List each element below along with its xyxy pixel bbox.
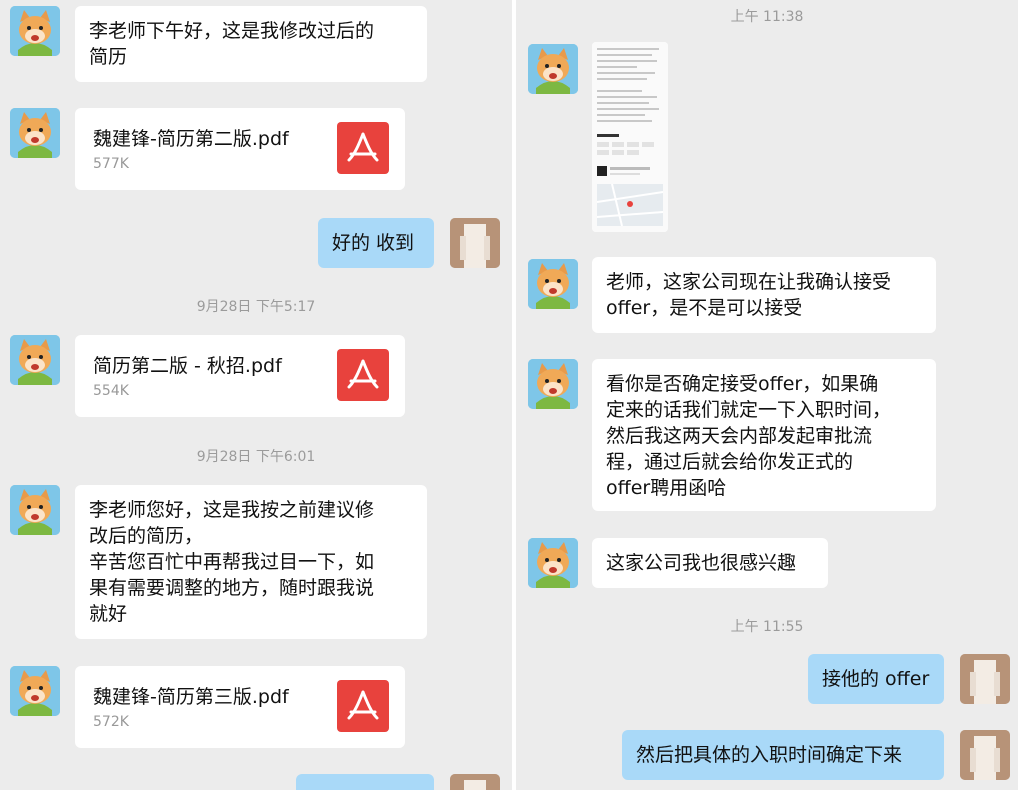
- file-name: 简历第二版 - 秋招.pdf: [93, 355, 282, 377]
- file-name: 魏建锋-简历第三版.pdf: [93, 686, 289, 708]
- message-bubble[interactable]: 老师，这家公司现在让我确认接受 offer，是不是可以接受: [592, 257, 936, 333]
- chat-pane-left: 李老师下午好，这是我修改过后的 简历 魏建锋-简历第二版.pdf 577K 好的…: [0, 0, 512, 790]
- contact-avatar[interactable]: [10, 485, 60, 535]
- contact-avatar[interactable]: [10, 335, 60, 385]
- message-bubble[interactable]: 看你是否确定接受offer，如果确 定来的话我们就定一下入职时间， 然后我这两天…: [592, 359, 936, 511]
- timestamp: 9月28日 下午6:01: [196, 449, 316, 465]
- file-name: 魏建锋-简历第二版.pdf: [93, 128, 289, 150]
- contact-avatar[interactable]: [528, 359, 578, 409]
- message-bubble[interactable]: 这家公司我也很感兴趣: [592, 538, 828, 588]
- pdf-icon: [337, 122, 389, 174]
- timestamp: 上午 11:38: [730, 9, 804, 25]
- contact-avatar[interactable]: [528, 44, 578, 94]
- contact-avatar[interactable]: [10, 666, 60, 716]
- pdf-icon: [337, 349, 389, 401]
- file-size: 577K: [93, 156, 129, 172]
- file-message[interactable]: 魏建锋-简历第二版.pdf 577K: [75, 108, 405, 190]
- message-bubble[interactable]: 李老师您好，这是我按之前建议修 改后的简历， 辛苦您百忙中再帮我过目一下，如 果…: [75, 485, 427, 639]
- self-avatar[interactable]: [960, 730, 1010, 780]
- chat-pane-right: 上午 11:38 老师，这家公司现在让我确认接受 offer，是不是可以接受 看…: [516, 0, 1018, 790]
- file-size: 572K: [93, 714, 129, 730]
- contact-avatar[interactable]: [10, 108, 60, 158]
- self-avatar[interactable]: [450, 218, 500, 268]
- message-bubble[interactable]: 李老师下午好，这是我修改过后的 简历: [75, 6, 427, 82]
- pdf-icon: [337, 680, 389, 732]
- message-bubble-outgoing[interactable]: 接他的 offer: [808, 654, 944, 704]
- message-bubble-outgoing[interactable]: 然后把具体的入职时间确定下来: [622, 730, 944, 780]
- file-message[interactable]: 简历第二版 - 秋招.pdf 554K: [75, 335, 405, 417]
- file-size: 554K: [93, 383, 129, 399]
- self-avatar[interactable]: [960, 654, 1010, 704]
- file-message[interactable]: 魏建锋-简历第三版.pdf 572K: [75, 666, 405, 748]
- contact-avatar[interactable]: [528, 259, 578, 309]
- timestamp: 上午 11:55: [730, 619, 804, 635]
- self-avatar[interactable]: [450, 774, 500, 790]
- timestamp: 9月28日 下午5:17: [196, 299, 316, 315]
- image-message-thumbnail[interactable]: [592, 42, 668, 232]
- message-bubble-outgoing[interactable]: 好的 收到: [318, 218, 434, 268]
- message-bubble-outgoing-partial[interactable]: [296, 774, 434, 790]
- contact-avatar[interactable]: [528, 538, 578, 588]
- contact-avatar[interactable]: [10, 6, 60, 56]
